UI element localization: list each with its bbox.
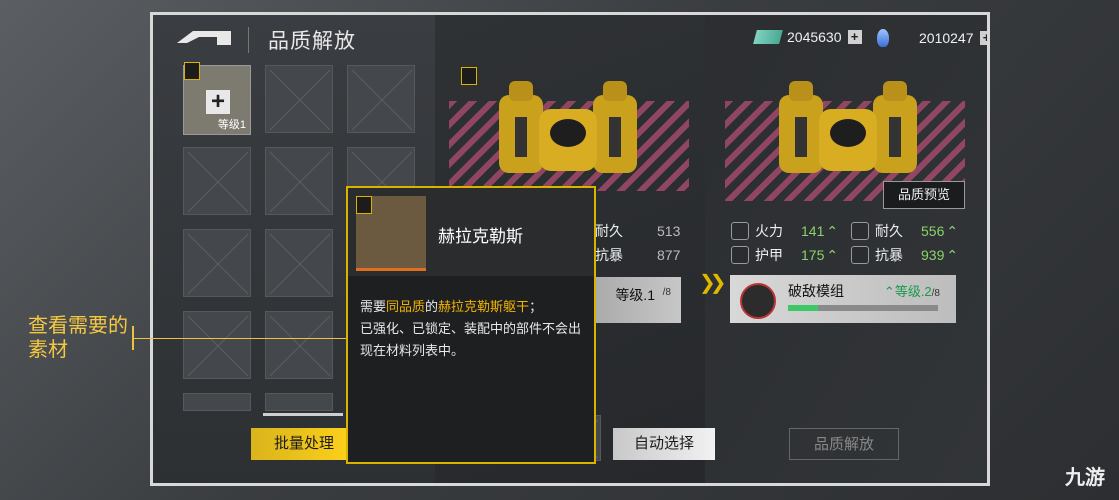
gem-icon — [877, 29, 889, 47]
selected-material-slot[interactable]: + 等级1 — [183, 62, 251, 135]
current-mech-image — [499, 81, 637, 173]
preview-stat-firepower: 火力 141 ⌃ — [731, 221, 838, 241]
upgrade-arrow-icon: ❯❯ — [699, 272, 726, 294]
stat-value: 939 — [921, 247, 945, 263]
add-gems-button[interactable]: + — [979, 31, 987, 45]
desc-text: 的 — [425, 299, 439, 314]
empty-material-slot[interactable] — [183, 147, 251, 215]
module-level-max: /8 — [931, 288, 940, 299]
stat-name: 火力 — [755, 223, 783, 239]
gems-value: 2010247 — [919, 30, 974, 46]
add-material-icon: + — [206, 90, 230, 114]
desc-text: 需要 — [360, 299, 387, 314]
preview-module-card: 破敌模组 ⌃等级.2/8 — [730, 275, 956, 323]
watermark-logo: 九游 — [1065, 467, 1105, 489]
tooltip-description: 需要同品质的赫拉克勒斯躯干； 已强化、已锁定、装配中的部件不会出现在材料列表中。 — [360, 296, 588, 362]
stat-name: 护甲 — [755, 247, 783, 263]
empty-material-slot[interactable] — [265, 311, 333, 379]
rank-chevron-icon — [461, 67, 477, 85]
add-credits-button[interactable]: + — [847, 30, 862, 44]
stat-value: 175 — [801, 247, 825, 263]
preview-mech-image — [779, 81, 917, 173]
current-module-level: 等级.1 — [615, 287, 655, 303]
auto-select-button[interactable]: 自动选择 — [613, 428, 715, 460]
stat-name: 耐久 — [595, 223, 623, 239]
callout-line — [134, 338, 346, 339]
module-name: 破敌模组 — [788, 283, 844, 299]
stat-value: 556 — [921, 223, 945, 239]
stat-value: 513 — [657, 223, 681, 239]
tooltip-mech-name: 赫拉克勒斯 — [438, 227, 523, 246]
quality-release-button[interactable]: 品质解放 — [789, 428, 899, 460]
material-tooltip: 赫拉克勒斯 需要同品质的赫拉克勒斯躯干； 已强化、已锁定、装配中的部件不会出现在… — [346, 186, 596, 464]
empty-material-slot[interactable] — [265, 147, 333, 215]
credits-icon — [753, 30, 783, 44]
stat-name: 耐久 — [875, 223, 903, 239]
header-divider — [248, 27, 249, 53]
page-title: 品质解放 — [268, 30, 356, 53]
empty-material-slot[interactable] — [183, 311, 251, 379]
currency-gems: 2010247 + — [877, 29, 987, 47]
stat-name: 抗暴 — [875, 247, 903, 263]
module-level-value: 等级.2 — [894, 284, 932, 299]
callout-label: 查看需要的素材 — [28, 315, 128, 361]
batch-process-button[interactable]: 批量处理 — [251, 428, 357, 460]
module-progress-bar — [788, 305, 938, 311]
inventory-scrollbar[interactable] — [263, 413, 343, 416]
preview-stat-crit-resist: 抗暴 939 ⌃ — [851, 245, 958, 265]
up-arrow-icon: ⌃ — [946, 222, 959, 239]
empty-material-slot[interactable] — [265, 65, 333, 133]
quality-preview-button[interactable]: 品质预览 — [883, 181, 965, 209]
desc-highlight: 同品质 — [386, 299, 426, 314]
module-icon — [740, 283, 776, 319]
tooltip-header: 赫拉克勒斯 — [348, 188, 594, 276]
armor-icon — [731, 246, 749, 264]
module-progress-fill — [788, 305, 818, 311]
desc-text: 已强化、已锁定、装配中的部件不会出现在材料列表中。 — [360, 321, 582, 358]
back-button[interactable] — [173, 29, 235, 47]
desc-text: ； — [529, 299, 543, 314]
firepower-icon — [731, 222, 749, 240]
module-level: ⌃等级.2/8 — [883, 284, 940, 299]
up-arrow-icon: ⌃ — [946, 246, 959, 263]
stat-value: 877 — [657, 247, 681, 263]
crit-resist-icon — [851, 246, 869, 264]
empty-material-slot[interactable] — [265, 393, 333, 411]
durability-icon — [851, 222, 869, 240]
up-arrow-icon: ⌃ — [826, 222, 839, 239]
rank-chevron-icon — [184, 62, 200, 80]
credits-value: 2045630 — [787, 29, 842, 45]
slot-level-label: 等级1 — [217, 119, 246, 131]
empty-material-slot[interactable] — [183, 229, 251, 297]
empty-material-slot[interactable] — [347, 65, 415, 133]
current-module-max: /8 — [662, 287, 671, 298]
preview-stat-armor: 护甲 175 ⌃ — [731, 245, 838, 265]
empty-material-slot[interactable] — [183, 393, 251, 411]
desc-highlight: 赫拉克勒斯躯干 — [438, 299, 530, 314]
currency-credits: 2045630 + — [753, 29, 862, 45]
empty-material-slot[interactable] — [265, 229, 333, 297]
preview-stat-durability: 耐久 556 ⌃ — [851, 221, 958, 241]
rank-chevron-icon — [356, 196, 372, 214]
up-arrow-icon: ⌃ — [826, 246, 839, 263]
stat-name: 抗暴 — [595, 247, 623, 263]
stat-value: 141 — [801, 223, 825, 239]
